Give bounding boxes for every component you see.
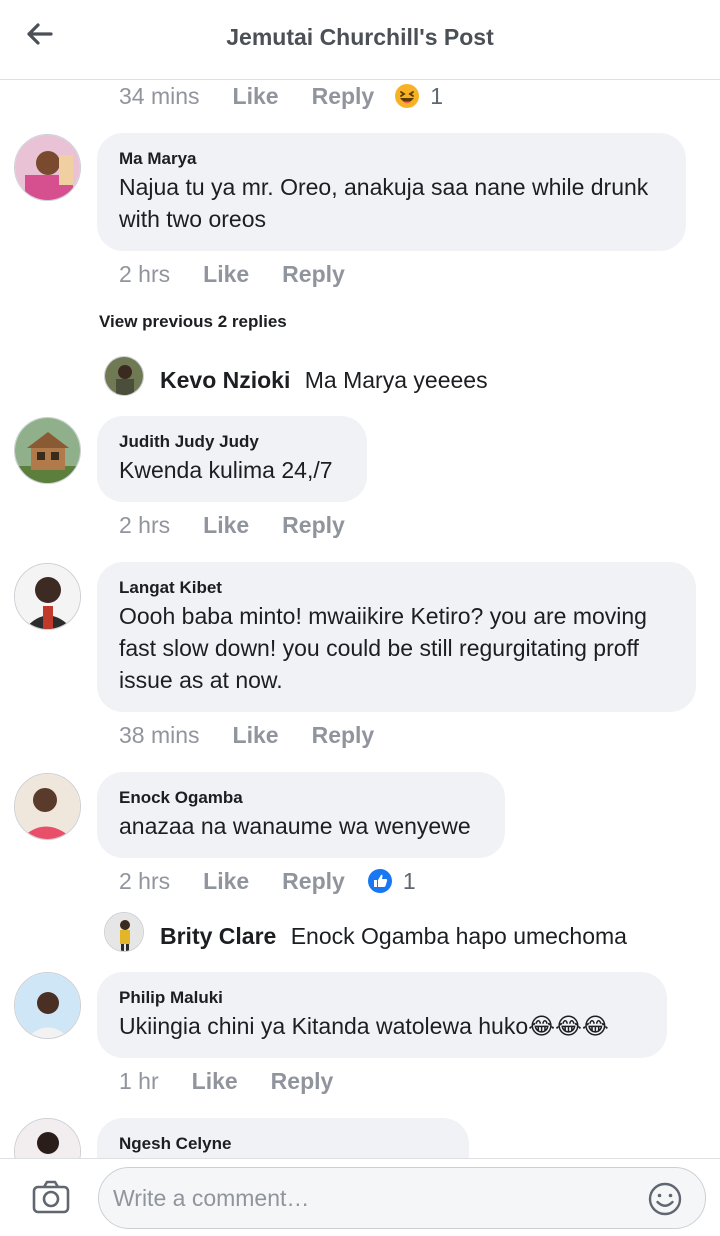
comment-bubble[interactable]: Ma Marya Najua tu ya mr. Oreo, anakuja s… [97,133,686,251]
comment-bubble[interactable]: Ngesh Celyne [97,1118,469,1158]
avatar[interactable] [14,1118,81,1158]
reply-text: Ma Marya yeeees [304,367,488,393]
reaction-count: 1 [430,82,444,109]
emoji-button[interactable] [647,1181,683,1217]
comment-actions: 1 hr Like Reply [119,1065,366,1097]
comment-author[interactable]: Judith Judy Judy [119,430,345,454]
comment-time: 2 hrs [119,511,171,538]
view-previous-replies-link[interactable]: View previous 2 replies [99,312,287,332]
avatar-image [105,913,143,951]
avatar-image [15,774,80,839]
camera-button[interactable] [32,1179,70,1215]
comment-text: anazaa na wanaume wa wenyewe [119,813,471,839]
top-bar: Jemutai Churchill's Post [0,0,720,80]
reply-button[interactable]: Reply [312,83,375,110]
comment-actions: 2 hrs Like Reply [119,509,378,541]
page-title: Jemutai Churchill's Post [226,24,494,50]
comment-input[interactable] [113,1178,633,1218]
comment-time: 1 hr [119,1067,159,1094]
avatar[interactable] [14,563,81,630]
comment-author[interactable]: Philip Maluki [119,986,645,1010]
like-button[interactable]: Like [192,1068,238,1095]
comment-text: Najua tu ya mr. Oreo, anakuja saa nane w… [119,174,649,232]
comment-author[interactable]: Enock Ogamba [119,786,483,810]
reply-line: Brity Clare Enock Ogamba hapo umechoma [160,920,627,952]
avatar-image [15,564,80,629]
reaction-summary[interactable]: 1 [367,868,416,895]
reply-button[interactable]: Reply [282,868,345,895]
comment-text: Oooh baba minto! mwaiikire Ketiro? you a… [119,603,647,693]
comment-time: 2 hrs [119,867,171,894]
avatar[interactable] [14,417,81,484]
comment-actions: 38 mins Like Reply [119,719,407,751]
avatar-image [15,135,80,200]
haha-reaction-icon [395,84,420,108]
reply-text: Enock Ogamba hapo umechoma [290,923,627,949]
camera-icon [32,1180,70,1214]
avatar-image [15,973,80,1038]
reply-author[interactable]: Kevo Nzioki [160,367,290,393]
like-button[interactable]: Like [233,722,279,749]
comment-bubble[interactable]: Langat Kibet Oooh baba minto! mwaiikire … [97,562,696,712]
avatar-image [15,1119,80,1158]
comment-text: Ukiingia chini ya Kitanda watolewa huko😂… [119,1013,609,1039]
avatar-image [15,418,80,483]
comment-feed[interactable]: 34 mins Like Reply 1 Ma Marya Najua tu y… [0,80,720,1158]
comment-time: 34 mins [119,82,200,109]
like-button[interactable]: Like [233,83,279,110]
avatar-image [105,357,143,395]
reply-button[interactable]: Reply [271,1068,334,1095]
reaction-summary[interactable]: 1 [394,83,443,110]
reply-line: Kevo Nzioki Ma Marya yeeees [160,364,488,396]
comment-author[interactable]: Ngesh Celyne [119,1132,447,1156]
avatar[interactable] [14,134,81,201]
like-reaction-icon [367,869,392,893]
comment-author[interactable]: Langat Kibet [119,576,674,600]
like-button[interactable]: Like [203,512,249,539]
comment-bubble[interactable]: Philip Maluki Ukiingia chini ya Kitanda … [97,972,667,1058]
comment-bubble[interactable]: Judith Judy Judy Kwenda kulima 24,/7 [97,416,367,502]
comment-author[interactable]: Ma Marya [119,147,664,171]
avatar[interactable] [14,972,81,1039]
avatar[interactable] [104,356,144,396]
like-button[interactable]: Like [203,261,249,288]
comment-input-box[interactable] [98,1167,706,1229]
comment-actions: 34 mins Like Reply 1 [119,80,443,112]
reply-author[interactable]: Brity Clare [160,923,276,949]
avatar[interactable] [14,773,81,840]
comment-text: Kwenda kulima 24,/7 [119,457,333,483]
reply-button[interactable]: Reply [312,722,375,749]
comment-actions: 2 hrs Like Reply 1 [119,865,416,897]
comment-actions: 2 hrs Like Reply [119,258,378,290]
reply-button[interactable]: Reply [282,512,345,539]
smiley-icon [648,1182,682,1216]
comment-composer [0,1158,720,1236]
comment-bubble[interactable]: Enock Ogamba anazaa na wanaume wa wenyew… [97,772,505,858]
comment-time: 38 mins [119,721,200,748]
reaction-count: 1 [402,867,416,894]
avatar[interactable] [104,912,144,952]
reply-button[interactable]: Reply [282,261,345,288]
comment-time: 2 hrs [119,260,171,287]
like-button[interactable]: Like [203,868,249,895]
